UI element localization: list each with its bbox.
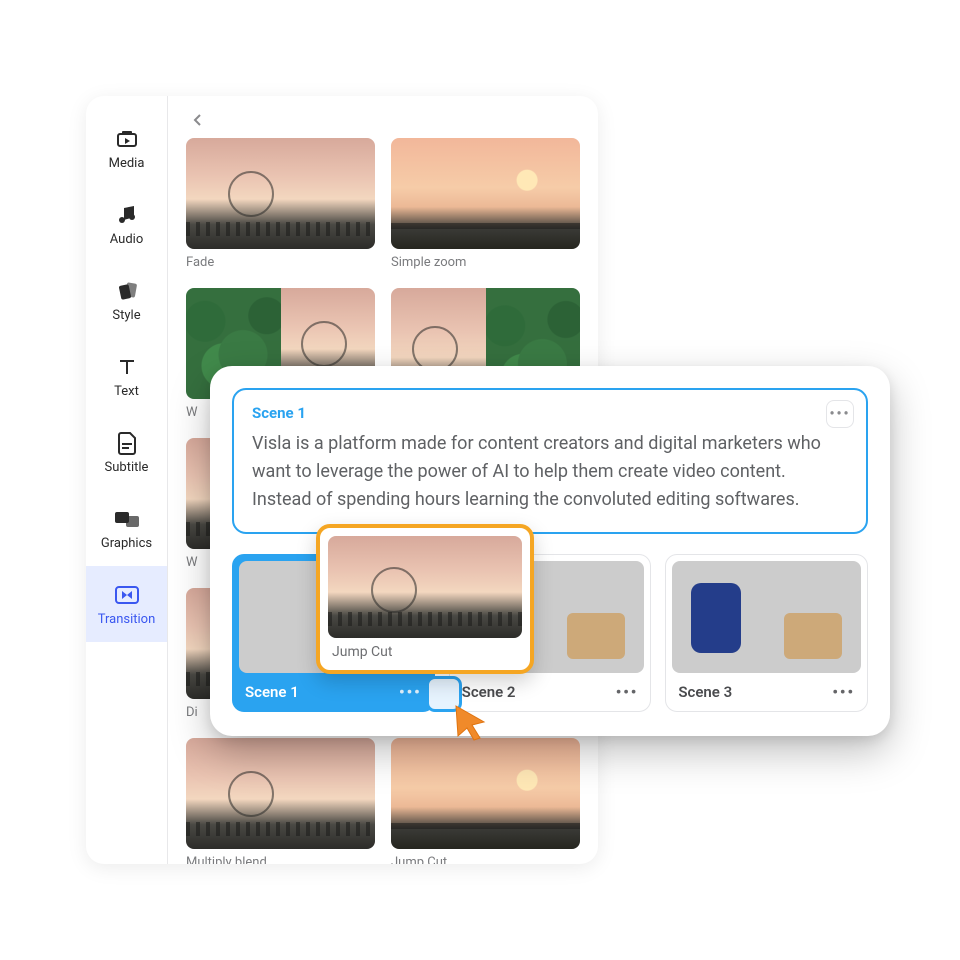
thumb-preview: [186, 738, 375, 849]
scene-script-box[interactable]: ••• Scene 1 Visla is a platform made for…: [232, 388, 868, 534]
scene-more-button[interactable]: •••: [832, 683, 855, 701]
style-cards-icon: [114, 278, 140, 304]
thumb-caption: Fade: [186, 255, 375, 270]
scene-thumbnail: [672, 561, 861, 673]
scene-label: Scene 3: [678, 683, 732, 701]
scene-more-button[interactable]: •••: [616, 683, 639, 701]
scene-editor-panel: ••• Scene 1 Visla is a platform made for…: [210, 366, 890, 736]
thumb-caption: Simple zoom: [391, 255, 580, 270]
editor-sidebar: Media Audio Style Text Subtitle: [86, 96, 168, 864]
sidebar-item-subtitle[interactable]: Subtitle: [86, 414, 167, 490]
sidebar-item-label: Audio: [110, 232, 143, 247]
sidebar-item-text[interactable]: Text: [86, 338, 167, 414]
cursor-pointer-icon: [452, 702, 492, 742]
scene-more-button[interactable]: •••: [826, 400, 854, 428]
scene-script-text[interactable]: Visla is a platform made for content cre…: [252, 430, 848, 514]
thumb-preview: [391, 738, 580, 849]
scene-label: Scene 1: [245, 683, 299, 701]
scene-script-title: Scene 1: [252, 404, 848, 422]
sidebar-item-media[interactable]: Media: [86, 110, 167, 186]
thumb-caption: Jump Cut: [391, 855, 580, 864]
chip-preview: [328, 536, 522, 638]
sidebar-item-audio[interactable]: Audio: [86, 186, 167, 262]
sidebar-item-style[interactable]: Style: [86, 262, 167, 338]
transition-drag-chip[interactable]: Jump Cut: [316, 524, 534, 674]
scene-more-button[interactable]: •••: [399, 683, 422, 701]
transition-thumb-jump-cut[interactable]: Jump Cut: [391, 738, 580, 864]
subtitle-file-icon: [114, 430, 140, 456]
sidebar-item-label: Text: [114, 384, 139, 399]
graphics-icon: [114, 506, 140, 532]
scene-card-3[interactable]: Scene 3 •••: [665, 554, 868, 712]
sidebar-item-label: Graphics: [101, 536, 152, 551]
transition-icon: [114, 582, 140, 608]
sidebar-item-label: Transition: [98, 612, 156, 627]
transition-thumb-simple-zoom[interactable]: Simple zoom: [391, 138, 580, 270]
sidebar-item-label: Media: [109, 156, 145, 171]
chip-label: Jump Cut: [328, 644, 522, 660]
transition-thumb-fade[interactable]: Fade: [186, 138, 375, 270]
thumb-preview: [186, 138, 375, 249]
thumb-caption: Multiply blend: [186, 855, 375, 864]
sidebar-item-graphics[interactable]: Graphics: [86, 490, 167, 566]
transition-thumb-multiply-blend[interactable]: Multiply blend: [186, 738, 375, 864]
back-button[interactable]: [186, 108, 210, 132]
text-icon: [114, 354, 140, 380]
thumb-preview: [391, 138, 580, 249]
media-icon: [114, 126, 140, 152]
sidebar-item-label: Subtitle: [105, 460, 149, 475]
sidebar-item-label: Style: [112, 308, 140, 323]
sidebar-item-transition[interactable]: Transition: [86, 566, 167, 642]
scene-label: Scene 2: [462, 683, 516, 701]
music-note-icon: [114, 202, 140, 228]
